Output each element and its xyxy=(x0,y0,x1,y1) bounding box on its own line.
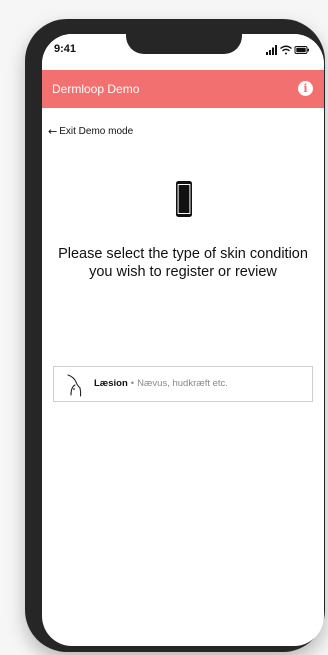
phone-screen: 9:41 Dermloop Demo i ← Exit Demo mode Pl… xyxy=(42,34,324,646)
signal-icon xyxy=(266,45,277,55)
option-lesion-text: Læsion • Nævus, hudkræft etc. xyxy=(94,378,228,389)
option-separator: • xyxy=(130,378,135,389)
smartphone-icon xyxy=(176,181,192,217)
wifi-icon xyxy=(280,45,292,55)
exit-demo-link[interactable]: ← Exit Demo mode xyxy=(48,125,133,138)
option-description: Nævus, hudkræft etc. xyxy=(137,378,228,389)
exit-demo-label: Exit Demo mode xyxy=(59,126,134,137)
status-icons xyxy=(266,45,309,55)
status-time: 9:41 xyxy=(54,43,77,55)
body-lesion-icon xyxy=(67,374,82,397)
canvas: 9:41 Dermloop Demo i ← Exit Demo mode Pl… xyxy=(0,0,328,655)
status-bar: 9:41 xyxy=(42,34,324,70)
battery-icon xyxy=(294,46,309,54)
option-lesion[interactable]: Læsion • Nævus, hudkræft etc. xyxy=(53,366,313,402)
option-title: Læsion xyxy=(94,378,128,389)
app-title: Dermloop Demo xyxy=(52,82,140,96)
app-header: Dermloop Demo i xyxy=(42,70,324,108)
info-icon[interactable]: i xyxy=(298,81,313,96)
selection-prompt: Please select the type of skin condition… xyxy=(58,246,308,280)
phone-notch xyxy=(126,34,242,54)
arrow-left-icon: ← xyxy=(48,125,58,138)
